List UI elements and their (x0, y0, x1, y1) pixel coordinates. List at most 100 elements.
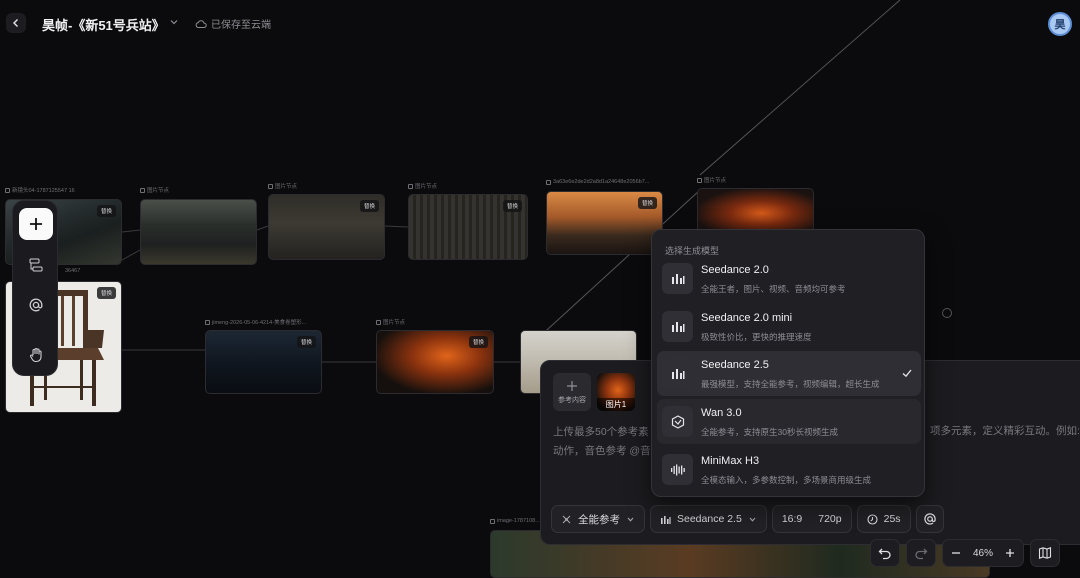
model-option-wan-3-0[interactable]: Wan 3.0 全能参考，支持原生30秒长视频生成 (657, 399, 921, 444)
mention-button[interactable] (24, 293, 48, 317)
replace-button[interactable]: 替换 (502, 200, 522, 212)
node-title: 新镜头04-1787125547 16 (12, 188, 75, 194)
mention-button[interactable] (915, 505, 944, 533)
node-title: 图片节点 (147, 188, 170, 194)
wan-icon (662, 406, 693, 437)
chevron-down-icon (627, 517, 634, 522)
chevron-left-icon (13, 19, 18, 27)
node-thumbnail (697, 188, 814, 234)
project-title[interactable]: 昊帧-《新51号兵站》 (42, 15, 165, 34)
at-icon (923, 513, 936, 525)
model-option-seedance-2-0[interactable]: Seedance 2.0 全能王者，图片、视频、音频均可参考 (657, 256, 921, 301)
reference-mode-select[interactable]: 全能参考 (551, 505, 645, 533)
redo-button[interactable] (906, 539, 936, 567)
user-avatar[interactable]: 昊 (1048, 12, 1072, 36)
seedance-icon (662, 358, 693, 389)
redo-icon (915, 548, 928, 560)
node-title: 图片节点 (383, 320, 406, 326)
node-thumbnail: 替换 (205, 330, 322, 394)
model-option-desc: 全模态输入，多参数控制，多场景商用级生成 (701, 475, 872, 485)
node-thumbnail: 替换 (376, 330, 494, 394)
model-dropdown-menu: 选择生成模型 Seedance 2.0 全能王者，图片、视频、音频均可参考 Se… (651, 229, 925, 497)
node-title: image-1787108... (497, 518, 540, 524)
undo-icon (878, 548, 891, 560)
replace-button[interactable]: 替换 (296, 336, 316, 348)
image-node-8[interactable]: jimeng-2026-05-06-4214-美食卷塑形... 替换 (205, 319, 322, 394)
duration-select[interactable]: 25s (856, 505, 911, 533)
save-status: 已保存至云端 (195, 16, 271, 31)
prompt-placeholder-right: 项多元素，定义精彩互动。例如: (930, 425, 1080, 437)
resolution-label: 720p (818, 513, 842, 525)
layout-button[interactable] (24, 253, 48, 277)
node-title: 图片节点 (415, 184, 438, 190)
cloud-icon (195, 19, 207, 28)
zoom-level: 46% (973, 547, 994, 559)
canvas-toolbar (12, 200, 58, 376)
zoom-out-icon[interactable] (951, 548, 961, 558)
image-node-5[interactable]: 3a63e6e2de2d2a8d1a24648e2056b7... 替换 (546, 179, 663, 255)
add-node-button[interactable] (19, 208, 53, 240)
image-node-4[interactable]: 图片节点 替换 (408, 183, 528, 260)
node-title: jimeng-2026-05-06-4214-美食卷塑形... (212, 320, 307, 326)
model-select-label: Seedance 2.5 (677, 513, 742, 525)
generation-controls: 全能参考 Seedance 2.5 16:9 720p 25s (551, 505, 944, 533)
add-connection-handle[interactable] (942, 308, 952, 318)
replace-button[interactable]: 替换 (96, 205, 116, 217)
pan-tool-button[interactable] (24, 343, 48, 367)
replace-button[interactable]: 替换 (359, 200, 379, 212)
replace-button[interactable]: 替换 (96, 287, 116, 299)
save-status-text: 已保存至云端 (211, 20, 271, 31)
plus-icon (567, 380, 577, 391)
hand-icon (30, 347, 42, 363)
minimax-icon (662, 454, 693, 485)
replace-button[interactable]: 替换 (468, 336, 488, 348)
model-option-name: MiniMax H3 (701, 455, 760, 467)
model-option-desc: 最强模型，支持全能参考，视频编辑，超长生成 (701, 379, 880, 389)
model-select[interactable]: Seedance 2.5 (650, 505, 767, 533)
image-node-9[interactable]: 图片节点 替换 (376, 319, 494, 394)
aspect-ratio-label: 16:9 (781, 513, 803, 525)
image-node-2[interactable]: 图片节点 (140, 187, 257, 265)
minimap-button[interactable] (1030, 539, 1061, 567)
node-title: 36467 (65, 268, 81, 274)
model-option-minimax-h3[interactable]: MiniMax H3 全模态输入，多参数控制，多场景商用级生成 (657, 447, 921, 492)
model-option-name: Seedance 2.0 (701, 264, 769, 276)
seedance-icon (661, 515, 671, 524)
add-reference-button[interactable]: 参考内容 (553, 373, 591, 411)
image-node-6[interactable]: 图片节点 (697, 177, 814, 234)
duration-label: 25s (883, 513, 901, 525)
replace-button[interactable]: 替换 (637, 197, 657, 209)
map-icon (1038, 547, 1052, 559)
model-option-name: Wan 3.0 (701, 407, 742, 419)
node-thumbnail (140, 199, 257, 265)
model-option-name: Seedance 2.5 (701, 359, 769, 371)
chevron-down-icon (749, 517, 756, 522)
model-option-desc: 极致性价比，更快的推理速度 (701, 332, 812, 342)
at-icon (29, 298, 43, 312)
chevron-down-icon[interactable] (168, 16, 180, 28)
model-option-name: Seedance 2.0 mini (701, 312, 793, 324)
reference-image-1[interactable]: 图片1 (597, 373, 635, 411)
node-thumbnail: 替换 (268, 194, 385, 260)
top-bar: 昊帧-《新51号兵站》 已保存至云端 昊 (0, 0, 1080, 46)
layout-icon (29, 258, 43, 272)
reference-mode-label: 全能参考 (578, 513, 620, 526)
node-title: 图片节点 (275, 184, 298, 190)
sparkle-icon (562, 515, 571, 523)
seedance-icon (662, 263, 693, 294)
model-option-seedance-2-0-mini[interactable]: Seedance 2.0 mini 极致性价比，更快的推理速度 (657, 304, 921, 349)
model-option-desc: 全能王者，图片、视频、音频均可参考 (701, 284, 846, 294)
node-title: 3a63e6e2de2d2a8d1a24648e2056b7... (553, 179, 650, 185)
zoom-in-icon[interactable] (1005, 548, 1015, 558)
seedance-icon (662, 311, 693, 342)
back-button[interactable] (6, 13, 26, 33)
model-option-seedance-2-5[interactable]: Seedance 2.5 最强模型，支持全能参考，视频编辑，超长生成 (657, 351, 921, 396)
image-node-3[interactable]: 图片节点 替换 (268, 183, 385, 260)
undo-button[interactable] (870, 539, 900, 567)
node-title: 图片节点 (704, 178, 727, 184)
plus-icon (30, 218, 42, 230)
view-controls: 46% (870, 539, 1061, 567)
node-thumbnail: 替换 (546, 191, 663, 255)
format-select[interactable]: 16:9 720p (771, 505, 852, 533)
node-thumbnail: 替换 (408, 194, 528, 260)
